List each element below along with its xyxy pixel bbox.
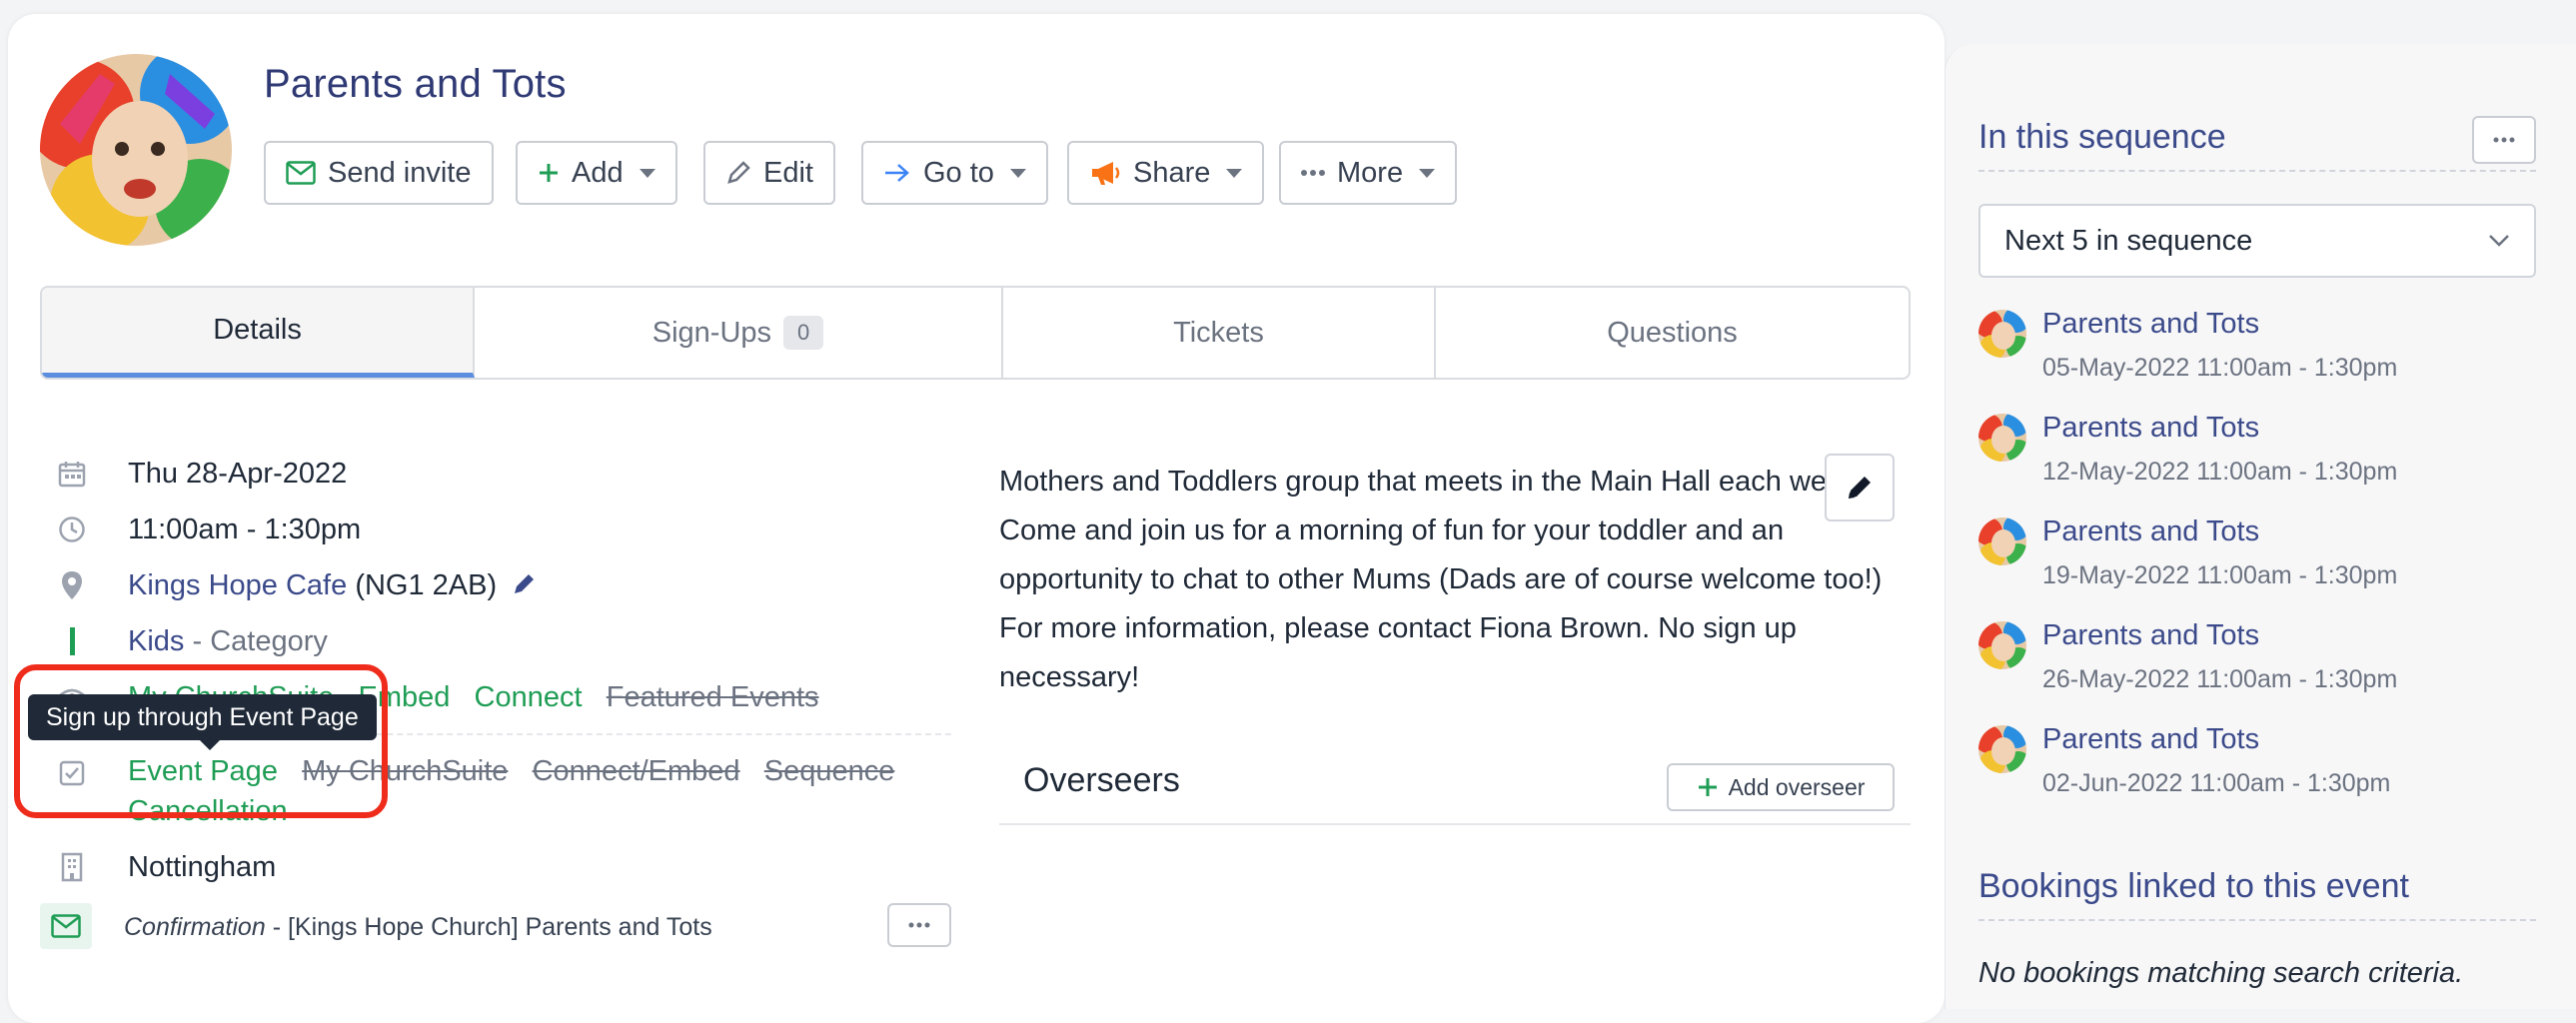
confirmation-more-button[interactable]	[887, 903, 951, 947]
caret-down-icon	[1419, 168, 1436, 178]
plus-icon	[1698, 778, 1717, 796]
category-suffix: - Category	[192, 625, 328, 657]
ellipsis-icon	[2493, 137, 2515, 143]
share-label: Share	[1133, 156, 1211, 189]
sequence-item[interactable]: Parents and Tots 02-Jun-2022 11:00am - 1:…	[1978, 723, 2538, 813]
clock-icon	[56, 513, 88, 545]
visibility-featured: Featured Events	[606, 681, 819, 713]
overseers-divider	[999, 823, 1911, 825]
sequence-divider	[1978, 170, 2536, 172]
building-icon	[56, 851, 88, 883]
pencil-icon[interactable]	[511, 571, 537, 597]
location-link[interactable]: Kings Hope Cafe	[128, 569, 347, 601]
edit-description-button[interactable]	[1825, 454, 1895, 521]
site-name: Nottingham	[128, 851, 277, 883]
sequence-item[interactable]: Parents and Tots 12-May-2022 11:00am - 1:…	[1978, 412, 2538, 502]
event-avatar	[40, 54, 232, 246]
sequence-item-date: 02-Jun-2022 11:00am - 1:30pm	[2042, 769, 2391, 797]
ellipsis-icon	[1301, 170, 1325, 176]
sequence-more-button[interactable]	[2472, 116, 2536, 164]
sequence-heading: In this sequence	[1978, 118, 2226, 156]
share-button[interactable]: Share	[1067, 141, 1265, 205]
pencil-icon	[727, 161, 750, 184]
sequence-select-value: Next 5 in sequence	[2004, 224, 2253, 257]
add-overseer-label: Add overseer	[1728, 773, 1866, 800]
goto-button[interactable]: Go to	[861, 141, 1048, 205]
event-description: Mothers and Toddlers group that meets in…	[999, 466, 1883, 693]
sequence-item-title[interactable]: Parents and Tots	[2042, 619, 2259, 652]
overseers-heading: Overseers	[1023, 761, 1180, 799]
sequence-item-title[interactable]: Parents and Tots	[2042, 723, 2259, 756]
send-invite-label: Send invite	[328, 156, 472, 189]
tab-tickets-label: Tickets	[1173, 316, 1264, 349]
tooltip: Sign up through Event Page	[28, 694, 377, 750]
ellipsis-icon	[908, 922, 930, 928]
location-row: Kings Hope Cafe (NG1 2AB)	[128, 569, 537, 602]
plus-icon	[540, 164, 558, 182]
sequence-item-avatar	[1978, 725, 2026, 773]
event-time: 11:00am - 1:30pm	[128, 513, 362, 545]
caret-down-icon	[1009, 168, 1026, 178]
bookings-empty: No bookings matching search criteria.	[1978, 957, 2464, 989]
sequence-item-avatar	[1978, 310, 2026, 358]
sequence-item-title[interactable]: Parents and Tots	[2042, 412, 2259, 445]
event-date: Thu 28-Apr-2022	[128, 458, 348, 490]
signups-count-badge: 0	[783, 316, 824, 350]
goto-label: Go to	[923, 156, 994, 189]
tab-tickets[interactable]: Tickets	[1003, 288, 1437, 378]
add-overseer-button[interactable]: Add overseer	[1667, 763, 1895, 811]
confirmation-row: Confirmation - [Kings Hope Church] Paren…	[124, 913, 712, 942]
more-label: More	[1337, 156, 1404, 189]
confirmation-text: - [Kings Hope Church] Parents and Tots	[272, 913, 712, 941]
confirmation-label: Confirmation	[124, 913, 266, 941]
sequence-item[interactable]: Parents and Tots 19-May-2022 11:00am - 1:…	[1978, 515, 2538, 605]
tab-bar: Details Sign-Ups 0 Tickets Questions	[40, 286, 1911, 380]
envelope-icon	[40, 903, 92, 949]
map-pin-icon	[56, 569, 88, 601]
signup-connect-embed: Connect/Embed	[532, 755, 740, 787]
visibility-connect: Connect	[474, 681, 583, 713]
envelope-icon	[286, 161, 316, 185]
send-invite-button[interactable]: Send invite	[264, 141, 494, 205]
category-color-icon	[56, 625, 88, 657]
add-label: Add	[572, 156, 624, 189]
tab-details-label: Details	[213, 314, 302, 346]
sequence-item-date: 05-May-2022 11:00am - 1:30pm	[2042, 354, 2398, 382]
tab-questions-label: Questions	[1607, 316, 1738, 349]
sequence-select[interactable]: Next 5 in sequence	[1978, 204, 2536, 278]
signup-sequence: Sequence	[763, 755, 895, 787]
category-row: Kids - Category	[128, 625, 328, 658]
edit-button[interactable]: Edit	[703, 141, 835, 205]
sequence-item-date: 19-May-2022 11:00am - 1:30pm	[2042, 561, 2398, 589]
sequence-item-date: 12-May-2022 11:00am - 1:30pm	[2042, 458, 2398, 486]
sequence-item-avatar	[1978, 621, 2026, 669]
sequence-item-date: 26-May-2022 11:00am - 1:30pm	[2042, 665, 2398, 693]
sequence-item[interactable]: Parents and Tots 05-May-2022 11:00am - 1:…	[1978, 308, 2538, 398]
category-link[interactable]: Kids	[128, 625, 184, 657]
sequence-item-avatar	[1978, 414, 2026, 462]
tab-signups[interactable]: Sign-Ups 0	[475, 288, 1003, 378]
chevron-down-icon	[2489, 235, 2509, 247]
sequence-item-title[interactable]: Parents and Tots	[2042, 515, 2259, 548]
bookings-heading: Bookings linked to this event	[1978, 867, 2409, 905]
more-button[interactable]: More	[1279, 141, 1458, 205]
add-button[interactable]: Add	[516, 141, 677, 205]
calendar-icon	[56, 458, 88, 490]
sequence-item[interactable]: Parents and Tots 26-May-2022 11:00am - 1:…	[1978, 619, 2538, 709]
pencil-icon	[1849, 477, 1871, 499]
caret-down-icon	[639, 168, 655, 178]
tab-questions[interactable]: Questions	[1436, 288, 1909, 378]
sequence-item-avatar	[1978, 517, 2026, 565]
bookings-divider	[1978, 919, 2536, 921]
megaphone-icon	[1092, 162, 1120, 185]
arrow-right-icon	[885, 164, 909, 182]
edit-label: Edit	[763, 156, 813, 189]
page-title: Parents and Tots	[264, 62, 567, 106]
tab-details[interactable]: Details	[42, 288, 476, 378]
location-postcode: (NG1 2AB)	[355, 569, 498, 601]
sequence-item-title[interactable]: Parents and Tots	[2042, 308, 2259, 341]
tab-signups-label: Sign-Ups	[651, 316, 772, 349]
caret-down-icon	[1226, 168, 1243, 178]
